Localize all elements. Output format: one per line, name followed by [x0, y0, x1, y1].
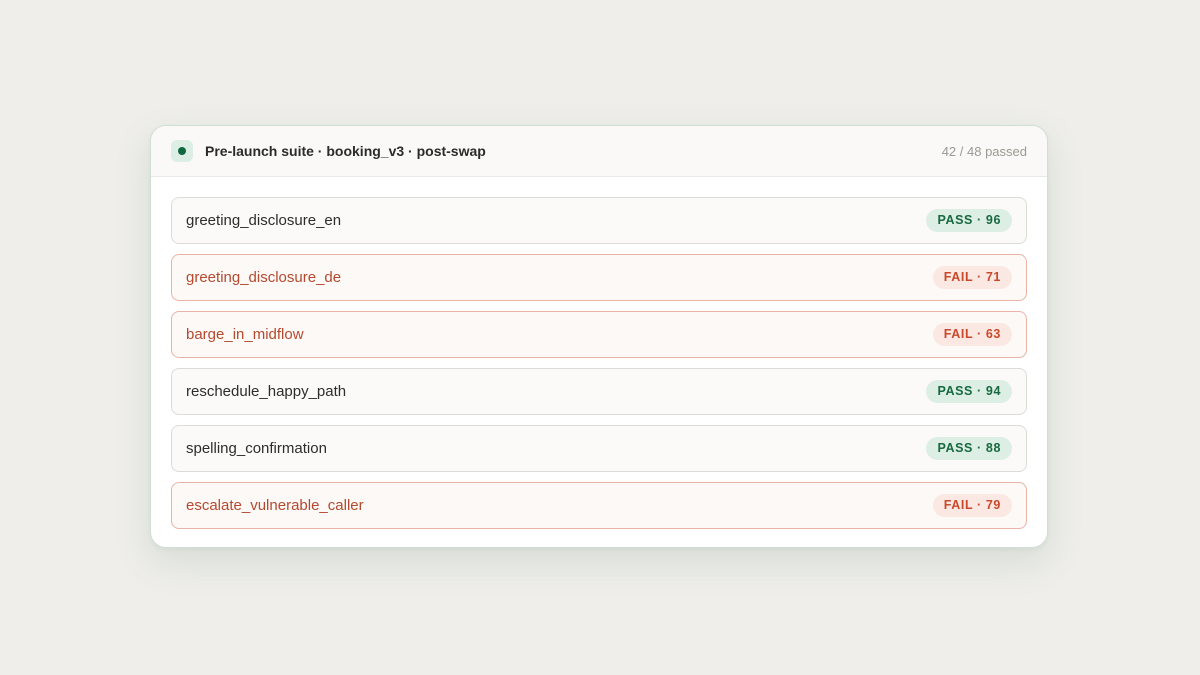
test-result-badge: PASS · 96: [926, 209, 1012, 232]
test-list: greeting_disclosure_en PASS · 96 greetin…: [151, 177, 1047, 529]
test-result-badge: FAIL · 63: [932, 323, 1012, 346]
test-name: greeting_disclosure_en: [186, 212, 342, 229]
test-row[interactable]: reschedule_happy_path PASS · 94: [171, 368, 1027, 415]
pass-summary: 42 / 48 passed: [941, 143, 1027, 159]
test-result-badge: PASS · 94: [926, 380, 1012, 403]
suite-header: Pre-launch suite · booking_v3 · post-swa…: [151, 126, 1047, 177]
status-dot: [178, 147, 186, 155]
test-name: spelling_confirmation: [186, 440, 327, 457]
test-row[interactable]: greeting_disclosure_de FAIL · 71: [171, 254, 1027, 301]
suite-title: Pre-launch suite · booking_v3 · post-swa…: [205, 143, 486, 159]
test-name: barge_in_midflow: [186, 326, 304, 343]
test-row[interactable]: escalate_vulnerable_caller FAIL · 79: [171, 482, 1027, 529]
test-name: escalate_vulnerable_caller: [186, 497, 364, 514]
status-dot-icon: [171, 140, 193, 162]
test-row[interactable]: spelling_confirmation PASS · 88: [171, 425, 1027, 472]
test-name: greeting_disclosure_de: [186, 269, 342, 286]
test-suite-card: Pre-launch suite · booking_v3 · post-swa…: [150, 125, 1048, 548]
test-result-badge: FAIL · 79: [932, 494, 1012, 517]
test-row[interactable]: barge_in_midflow FAIL · 63: [171, 311, 1027, 358]
test-row[interactable]: greeting_disclosure_en PASS · 96: [171, 197, 1027, 244]
test-result-badge: PASS · 88: [926, 437, 1012, 460]
test-result-badge: FAIL · 71: [932, 266, 1012, 289]
test-name: reschedule_happy_path: [186, 383, 347, 400]
